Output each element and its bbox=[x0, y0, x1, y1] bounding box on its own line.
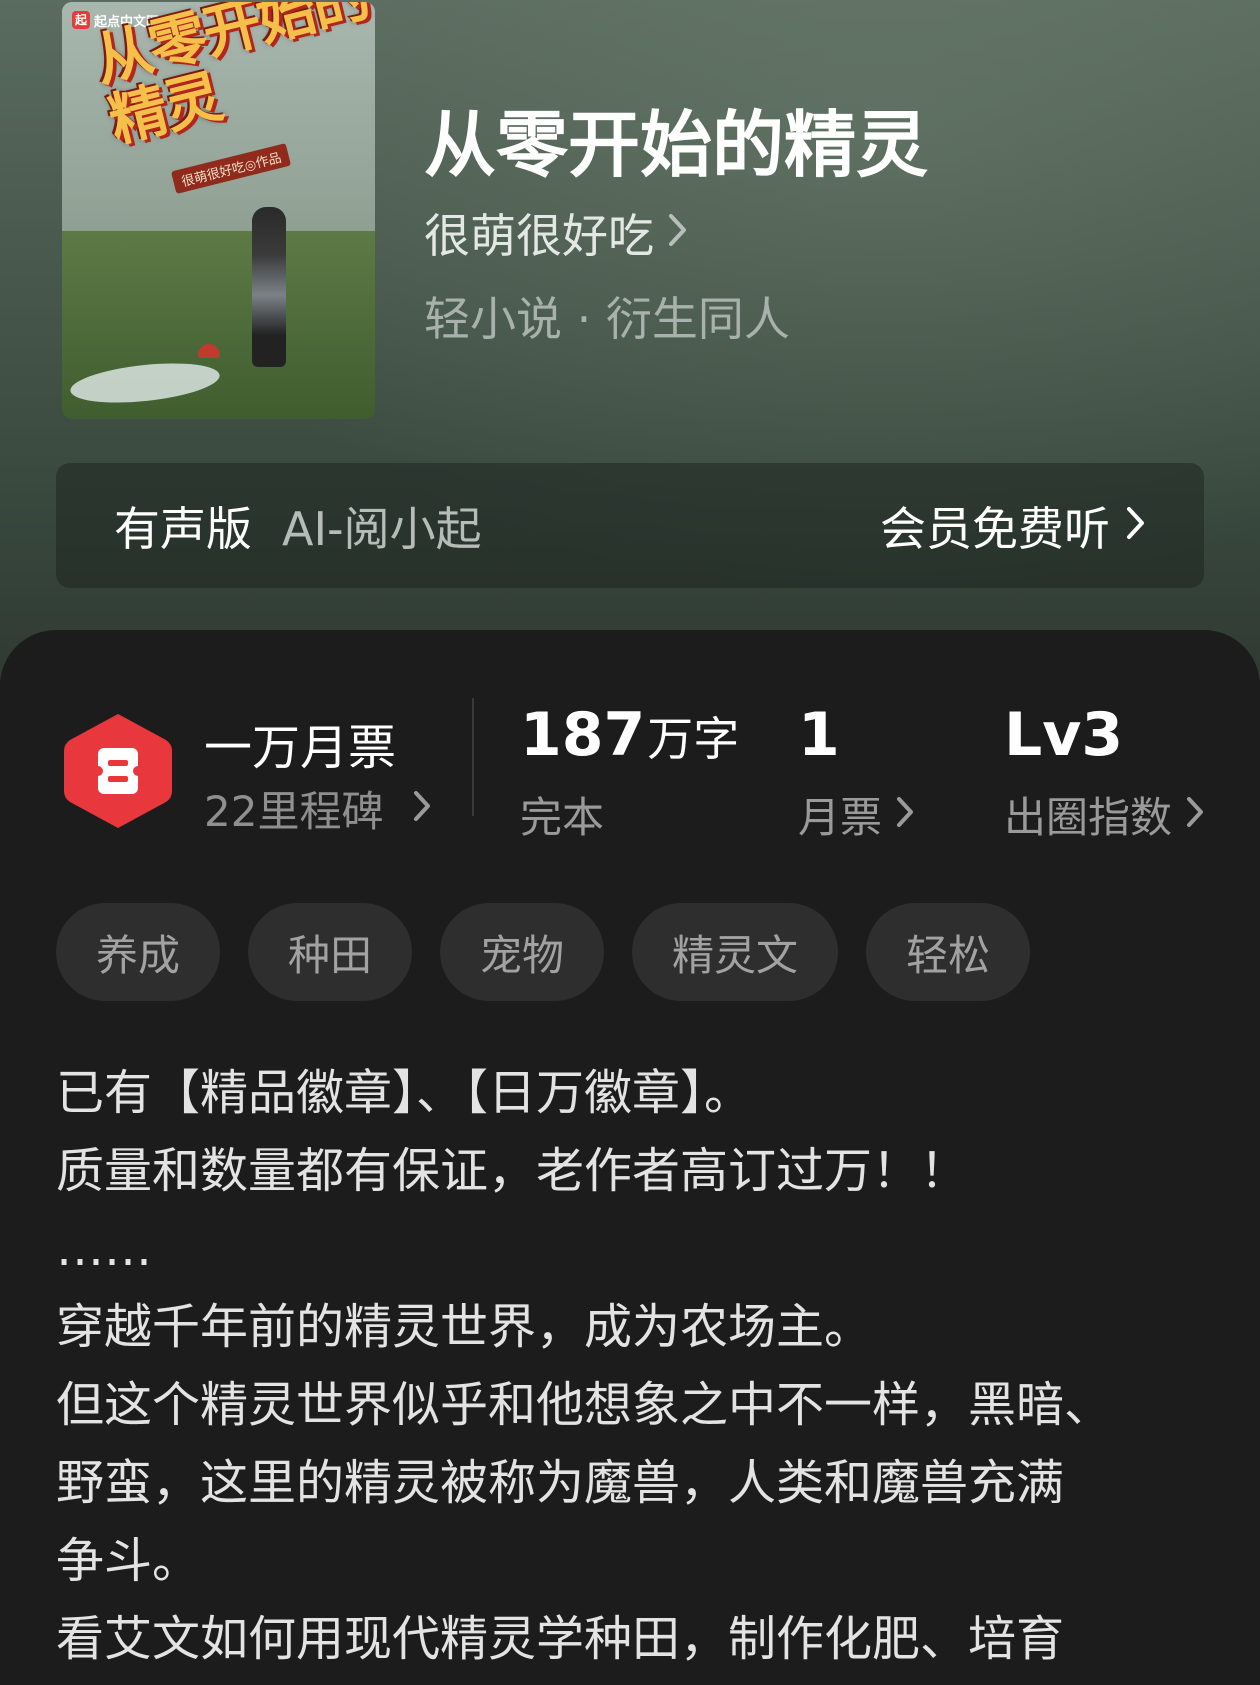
synopsis-line: 已有【精品徽章】、【日万徽章】。 bbox=[56, 1065, 753, 1121]
tag-chip[interactable]: 轻松 bbox=[866, 903, 1031, 1001]
synopsis-line: 穿越千年前的精灵世界，成为农场主。 bbox=[56, 1299, 873, 1355]
listen-free-button[interactable]: 会员免费听 bbox=[880, 493, 1146, 559]
monthly-ticket-badge-icon[interactable] bbox=[62, 710, 174, 832]
monthly-ticket-label: 月票 bbox=[798, 784, 914, 845]
book-synopsis[interactable]: 已有【精品徽章】、【日万徽章】。 质量和数量都有保证，老作者高订过万！！ …… … bbox=[56, 1054, 1216, 1678]
book-genre: 轻小说 · 衍生同人 bbox=[424, 292, 790, 346]
synopsis-line: 但这个精灵世界似乎和他想象之中不一样，黑暗、 bbox=[56, 1377, 1113, 1433]
chevron-right-icon bbox=[413, 790, 431, 828]
completion-status: 完本 bbox=[520, 793, 605, 842]
synopsis-line: 看艾文如何用现代精灵学种田，制作化肥、培育 bbox=[56, 1611, 1065, 1667]
popularity-label: 出圈指数 bbox=[1004, 784, 1204, 845]
publisher-mark-icon: 起 bbox=[72, 11, 90, 29]
stat-word-count: 187万字 完本 bbox=[520, 700, 739, 845]
book-title: 从零开始的精灵 bbox=[424, 102, 929, 187]
tag-chip[interactable]: 养成 bbox=[56, 903, 221, 1001]
author-link[interactable]: 很萌很好吃 bbox=[424, 200, 688, 266]
stat-monthly-tickets[interactable]: 1 月票 bbox=[798, 700, 914, 845]
tag-chip[interactable]: 精灵文 bbox=[632, 903, 839, 1001]
author-name: 很萌很好吃 bbox=[424, 209, 654, 263]
synopsis-line: …… bbox=[56, 1221, 152, 1277]
listen-free-label: 会员免费听 bbox=[880, 501, 1110, 556]
monthly-ticket-value: 1 bbox=[798, 700, 840, 770]
synopsis-line: 争斗。 bbox=[56, 1533, 201, 1589]
synopsis-line: 野蛮，这里的精灵被称为魔兽，人类和魔兽充满 bbox=[56, 1455, 1065, 1511]
cover-character bbox=[252, 207, 286, 367]
audio-voice-name: AI-阅小起 bbox=[282, 501, 482, 556]
tag-chip[interactable]: 种田 bbox=[248, 903, 413, 1001]
milestone-count: 22里程碑 bbox=[204, 787, 384, 836]
tag-list: 养成 种田 宠物 精灵文 轻松 bbox=[56, 903, 1031, 1001]
audio-label: 有声版 bbox=[114, 501, 252, 556]
chevron-right-icon bbox=[668, 213, 688, 253]
word-count-value: 187万字 bbox=[520, 700, 740, 770]
chevron-right-icon bbox=[1126, 506, 1146, 546]
chevron-right-icon bbox=[896, 796, 914, 834]
book-cover[interactable]: 起 起点中文网 从零开始的精灵 很萌很好吃◎作品 bbox=[62, 2, 375, 419]
tag-chip[interactable]: 宠物 bbox=[440, 903, 605, 1001]
stat-popularity-index[interactable]: Lv3 出圈指数 bbox=[1004, 700, 1204, 845]
ticket-milestone-title: 一万月票 bbox=[204, 720, 397, 776]
chevron-right-icon bbox=[1186, 796, 1204, 834]
synopsis-line: 质量和数量都有保证，老作者高订过万！！ bbox=[56, 1143, 969, 1199]
audio-version-banner[interactable]: 有声版 AI-阅小起 会员免费听 bbox=[56, 463, 1204, 588]
stats-divider bbox=[472, 698, 474, 816]
milestone-link[interactable]: 22里程碑 bbox=[204, 778, 431, 839]
popularity-level: Lv3 bbox=[1004, 700, 1124, 770]
